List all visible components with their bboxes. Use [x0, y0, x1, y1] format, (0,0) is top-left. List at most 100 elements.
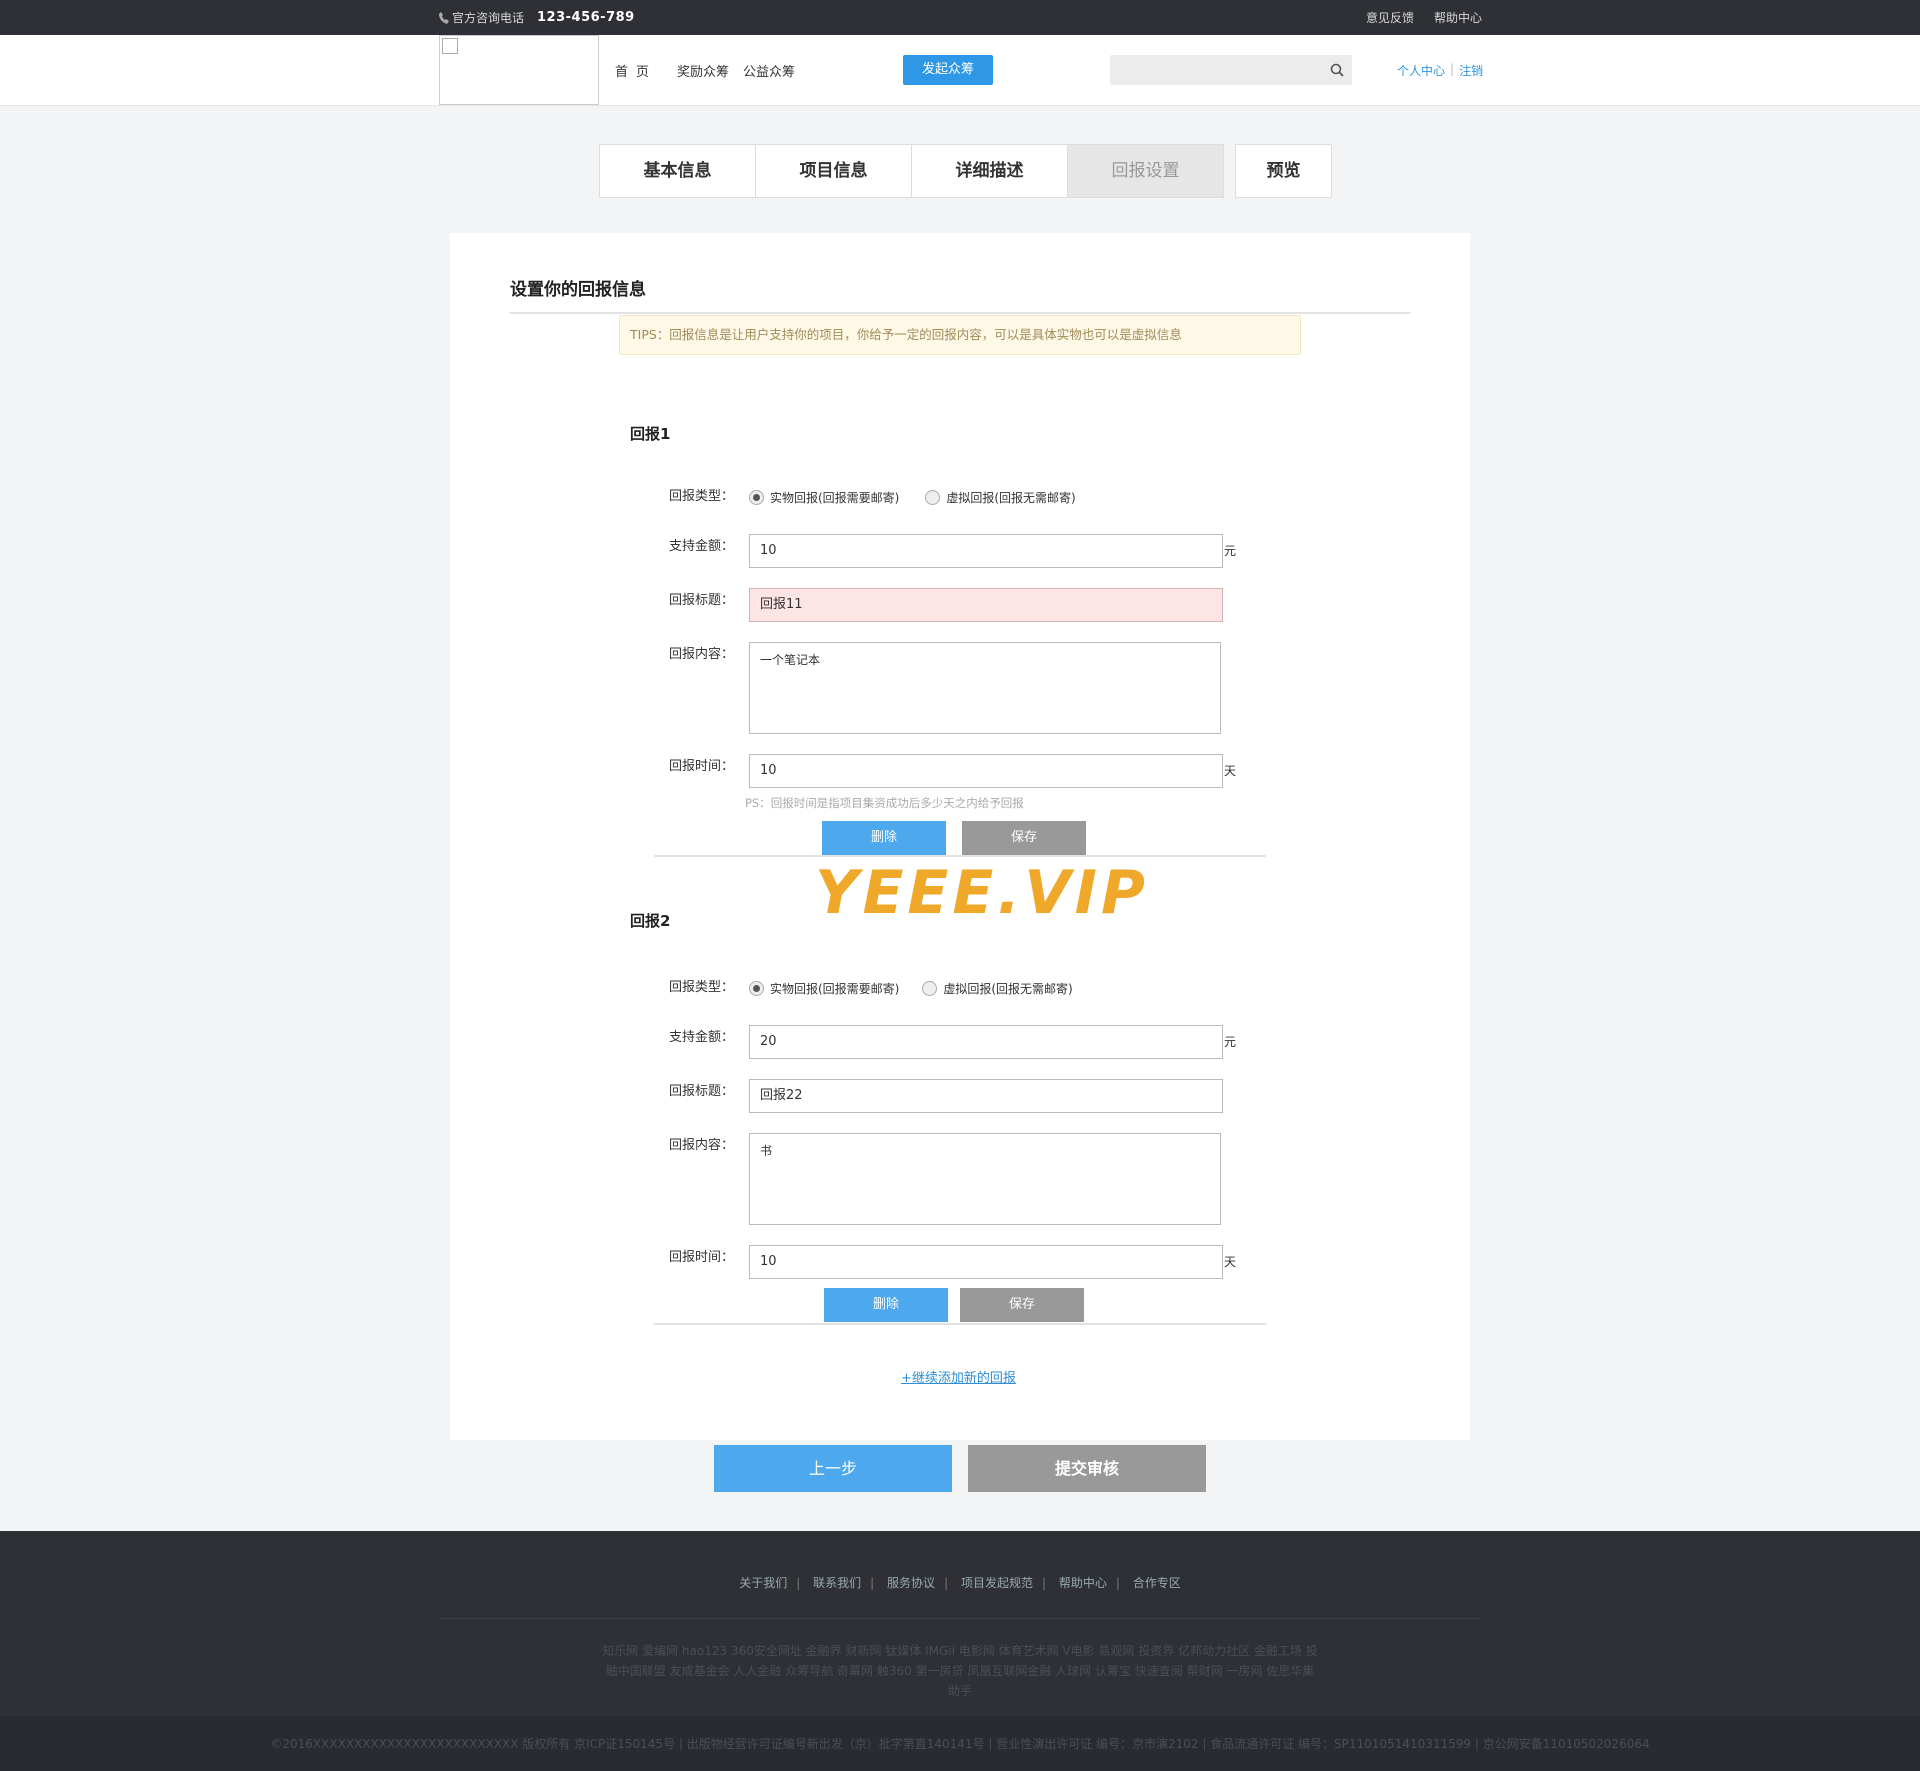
page-title: 设置你的回报信息 — [510, 280, 646, 300]
reward-settings-card: 设置你的回报信息 TIPS：回报信息是让用户支持你的项目，你给予一定的回报内容，… — [450, 233, 1470, 1440]
reward-2-content-row: 回报内容： — [669, 1136, 749, 1156]
footer-link-help[interactable]: 帮助中心 — [1059, 1576, 1107, 1590]
time-label: 回报时间： — [669, 759, 735, 774]
phone-icon — [439, 11, 449, 24]
phone-number: 123-456-789 — [537, 10, 635, 25]
reward-2-content-textarea[interactable]: 书 — [749, 1133, 1221, 1225]
content-label: 回报内容： — [669, 647, 735, 662]
divider — [510, 312, 1410, 314]
logout-link[interactable]: 注销 — [1459, 62, 1483, 79]
logo[interactable] — [439, 35, 599, 105]
reward-2-amount-input[interactable]: 20 — [749, 1025, 1223, 1059]
reward-1-amount-row: 支持金额： — [669, 537, 749, 557]
nav-reward-crowdfunding[interactable]: 奖励众筹 — [677, 61, 729, 80]
reward-2-amount-row: 支持金额： — [669, 1028, 749, 1048]
reward-1-time-input[interactable]: 10 — [749, 754, 1223, 788]
nav-home[interactable]: 首页 — [615, 61, 657, 80]
previous-step-button[interactable]: 上一步 — [714, 1445, 952, 1492]
reward-1-time-row: 回报时间： — [669, 757, 749, 777]
search-icon[interactable] — [1330, 63, 1344, 77]
reward-1-delete-button[interactable]: 删除 — [822, 821, 946, 855]
reward-2-heading: 回报2 — [630, 912, 671, 930]
tab-preview[interactable]: 预览 — [1235, 144, 1332, 198]
separator: | — [1450, 62, 1455, 76]
user-links: 个人中心 | 注销 — [1397, 62, 1483, 79]
yuan-unit: 元 — [1224, 544, 1237, 558]
partner-links[interactable]: 知乐网 爱编网 hao123 360安全网址 金融界 财新网 钛媒体 IMGii… — [600, 1641, 1320, 1701]
top-links: 意见反馈 帮助中心 — [1366, 9, 1482, 26]
separator: | — [1041, 1576, 1046, 1590]
separator: | — [1115, 1576, 1120, 1590]
broken-image-icon — [442, 38, 458, 54]
amount-label: 支持金额： — [669, 1030, 735, 1045]
launch-crowdfunding-button[interactable]: 发起众筹 — [903, 55, 993, 85]
user-center-link[interactable]: 个人中心 — [1397, 62, 1445, 79]
virtual-option-label: 虚拟回报(回报无需邮寄) — [943, 982, 1073, 996]
main-nav: 首页 奖励众筹 公益众筹 — [615, 61, 795, 80]
title-label: 回报标题： — [669, 593, 735, 608]
amount-label: 支持金额： — [669, 539, 735, 554]
physical-option-label: 实物回报(回报需要邮寄) — [770, 982, 900, 996]
tab-reward-settings[interactable]: 回报设置 — [1067, 144, 1224, 198]
divider — [439, 1618, 1481, 1619]
reward-1-title-row: 回报标题： — [669, 591, 749, 611]
help-center-link[interactable]: 帮助中心 — [1434, 9, 1482, 26]
footer-links: 关于我们 | 联系我们 | 服务协议 | 项目发起规范 | 帮助中心 | 合作专区 — [0, 1574, 1920, 1591]
footer-link-contact[interactable]: 联系我们 — [813, 1576, 861, 1590]
reward-1-heading: 回报1 — [630, 425, 671, 443]
watermark: YEEE.VIP — [815, 858, 1149, 928]
reward-1-virtual-radio[interactable] — [925, 490, 941, 505]
phone-info: 官方咨询电话 123-456-789 — [439, 9, 635, 26]
phone-label: 官方咨询电话 — [452, 11, 525, 25]
time-label: 回报时间： — [669, 1250, 735, 1265]
reward-2-title-input[interactable]: 回报22 — [749, 1079, 1223, 1113]
reward-1-content-row: 回报内容： — [669, 645, 749, 665]
footer-link-cooperation[interactable]: 合作专区 — [1133, 1576, 1181, 1590]
reward-2-title-row: 回报标题： — [669, 1082, 749, 1102]
physical-option-label: 实物回报(回报需要邮寄) — [770, 491, 900, 505]
reward-2-delete-button[interactable]: 删除 — [824, 1288, 948, 1322]
day-unit: 天 — [1224, 1255, 1237, 1269]
reward-1-type-row: 回报类型： 实物回报(回报需要邮寄) 虚拟回报(回报无需邮寄) — [669, 487, 1076, 507]
divider — [654, 1323, 1266, 1325]
feedback-link[interactable]: 意见反馈 — [1366, 9, 1414, 26]
separator: | — [944, 1576, 949, 1590]
tab-project-info[interactable]: 项目信息 — [755, 144, 912, 198]
search-input[interactable] — [1110, 55, 1315, 85]
footer: 关于我们 | 联系我们 | 服务协议 | 项目发起规范 | 帮助中心 | 合作专区 知乐网… — [0, 1531, 1920, 1771]
header: 首页 奖励众筹 公益众筹 发起众筹 个人中心 | 注销 — [0, 35, 1920, 106]
reward-1-amount-input[interactable]: 10 — [749, 534, 1223, 568]
reward-1-title-input[interactable]: 回报11 — [749, 588, 1223, 622]
nav-charity-crowdfunding[interactable]: 公益众筹 — [743, 61, 795, 80]
step-tabs: 基本信息 项目信息 详细描述 回报设置 预览 — [599, 144, 1332, 198]
submit-review-button[interactable]: 提交审核 — [968, 1445, 1206, 1492]
footer-link-rules[interactable]: 项目发起规范 — [961, 1576, 1033, 1590]
time-hint: PS：回报时间是指项目集资成功后多少天之内给予回报 — [745, 796, 1024, 810]
add-reward-link[interactable]: +继续添加新的回报 — [901, 1367, 1016, 1386]
reward-2-physical-radio[interactable] — [749, 981, 764, 996]
reward-2-type-row: 回报类型： 实物回报(回报需要邮寄) 虚拟回报(回报无需邮寄) — [669, 978, 1073, 998]
reward-2-time-input[interactable]: 10 — [749, 1245, 1223, 1279]
title-label: 回报标题： — [669, 1084, 735, 1099]
divider — [654, 855, 1266, 857]
reward-2-virtual-radio[interactable] — [922, 981, 938, 996]
day-unit: 天 — [1224, 764, 1237, 778]
reward-1-content-textarea[interactable]: 一个笔记本 — [749, 642, 1221, 734]
separator: | — [870, 1576, 875, 1590]
reward-1-save-button[interactable]: 保存 — [962, 821, 1086, 855]
content-label: 回报内容： — [669, 1138, 735, 1153]
reward-2-time-row: 回报时间： — [669, 1248, 749, 1268]
top-bar: 官方咨询电话 123-456-789 意见反馈 帮助中心 — [0, 0, 1920, 35]
reward-2-save-button[interactable]: 保存 — [960, 1288, 1084, 1322]
type-label: 回报类型： — [669, 489, 735, 504]
reward-1-physical-radio[interactable] — [749, 490, 764, 505]
footer-bottom: ©2016XXXXXXXXXXXXXXXXXXXXXXXXX 版权所有 京ICP… — [0, 1716, 1920, 1771]
footer-link-terms[interactable]: 服务协议 — [887, 1576, 935, 1590]
type-label: 回报类型： — [669, 980, 735, 995]
footer-link-about[interactable]: 关于我们 — [739, 1576, 787, 1590]
tab-detailed-description[interactable]: 详细描述 — [911, 144, 1068, 198]
separator: | — [796, 1576, 801, 1590]
tips-banner: TIPS：回报信息是让用户支持你的项目，你给予一定的回报内容，可以是具体实物也可… — [619, 315, 1301, 355]
tab-basic-info[interactable]: 基本信息 — [599, 144, 756, 198]
virtual-option-label: 虚拟回报(回报无需邮寄) — [946, 491, 1076, 505]
